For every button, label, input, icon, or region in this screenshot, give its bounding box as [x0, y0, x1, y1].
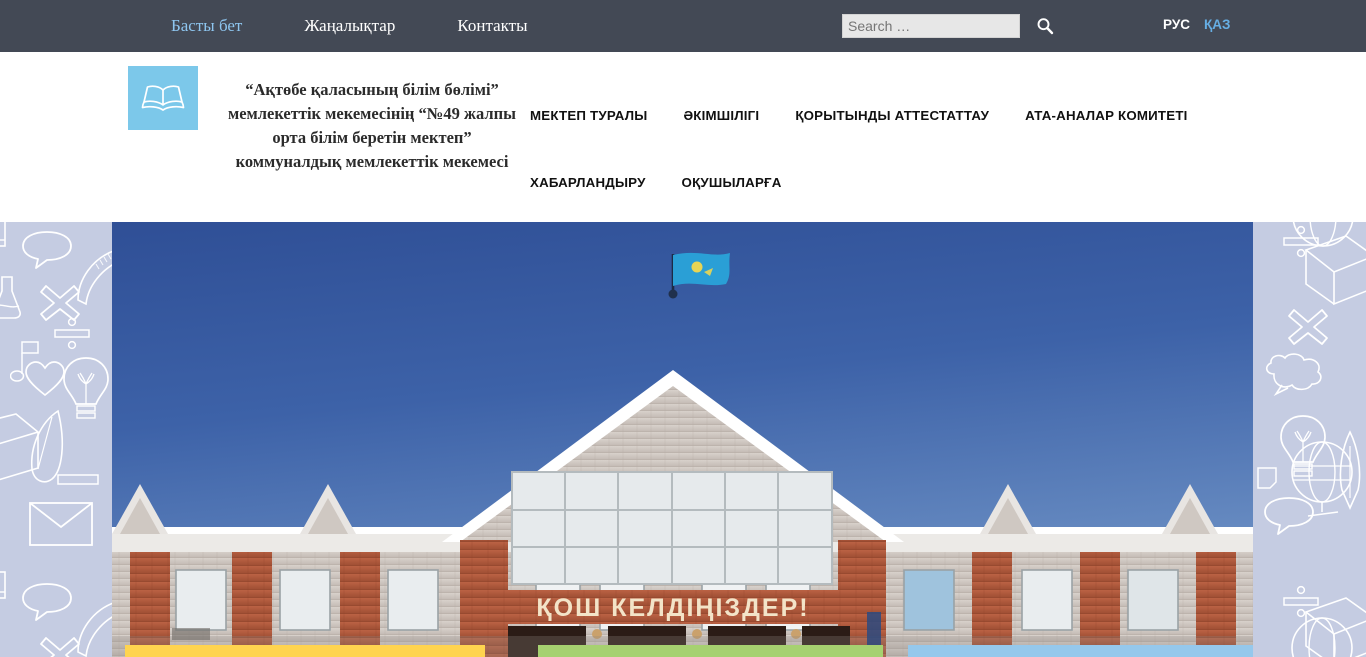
topnav-item-contacts[interactable]: Контакты — [426, 16, 558, 36]
book-icon — [0, 413, 40, 481]
central-glazing — [511, 471, 833, 585]
cross-icon-right — [1288, 309, 1328, 345]
cross-icon-2 — [40, 637, 80, 657]
nav-item-announcements[interactable]: ХАБАРЛАНДЫРУ — [512, 149, 664, 216]
site-header: “Ақтөбе қаласының білім бөлімі” мемлекет… — [0, 52, 1366, 222]
envelope-icon — [29, 502, 93, 546]
content-tiles — [112, 645, 1253, 657]
main-nav-row-2: ХАБАРЛАНДЫРУ ОҚУШЫЛАРҒА — [512, 149, 1212, 216]
language-switcher: РУС ҚАЗ — [1163, 17, 1230, 32]
top-bar: Басты бет Жаңалықтар Контакты РУС ҚАЗ — [0, 0, 1366, 52]
main-nav-row-1: МЕКТЕП ТУРАЛЫ ӘКІМШІЛІГІ ҚОРЫТЫНДЫ АТТЕС… — [512, 82, 1212, 149]
speech-bubble-icon — [22, 231, 72, 269]
search-icon — [1037, 18, 1054, 35]
welcome-banner-text: ҚОШ КЕЛДІҢІЗДЕР! — [536, 594, 809, 622]
lang-kz[interactable]: ҚАЗ — [1204, 17, 1230, 32]
tile-yellow[interactable] — [125, 645, 485, 657]
nav-item-about-school[interactable]: МЕКТЕП ТУРАЛЫ — [512, 82, 665, 149]
nav-item-for-students[interactable]: ОҚУШЫЛАРҒА — [664, 149, 800, 216]
school-building-illustration: ҚОШ КЕЛДІҢІЗДЕР! — [112, 222, 1253, 657]
search-input[interactable] — [842, 14, 1020, 38]
open-book-icon — [141, 85, 185, 111]
tile-blue[interactable] — [908, 645, 1253, 657]
hero-image[interactable]: ҚОШ КЕЛДІҢІЗДЕР! — [112, 222, 1253, 657]
eraser-icon — [57, 474, 99, 485]
topnav-item-home[interactable]: Басты бет — [140, 16, 273, 36]
book-icon-right — [1304, 235, 1366, 306]
search-form — [842, 14, 1056, 38]
nav-item-final-attestation[interactable]: ҚОРЫТЫНДЫ АТТЕСТАТТАУ — [777, 82, 1007, 149]
sticky-note-icon — [1257, 467, 1277, 489]
pencil-icon-2 — [0, 571, 6, 599]
pencil-icon — [0, 222, 6, 247]
lang-ru[interactable]: РУС — [1163, 17, 1190, 32]
nav-item-parents-committee[interactable]: АТА-АНАЛАР КОМИТЕТІ — [1007, 82, 1205, 149]
speech-bubble-icon-2 — [22, 583, 72, 621]
speech-bubble-icon-right — [1264, 497, 1314, 535]
main-navigation: МЕКТЕП ТУРАЛЫ ӘКІМШІЛІГІ ҚОРЫТЫНДЫ АТТЕС… — [512, 82, 1212, 216]
top-navigation: Басты бет Жаңалықтар Контакты — [140, 16, 559, 36]
cloud-bubble-icon — [1265, 353, 1322, 396]
welcome-banner: ҚОШ КЕЛДІҢІЗДЕР! — [460, 590, 886, 624]
search-button[interactable] — [1034, 15, 1056, 37]
site-logo[interactable] — [128, 66, 198, 130]
brand[interactable]: “Ақтөбе қаласының білім бөлімі” мемлекет… — [128, 66, 522, 174]
division-icon — [54, 317, 90, 350]
topnav-item-news[interactable]: Жаңалықтар — [273, 16, 426, 36]
tile-green[interactable] — [538, 645, 883, 657]
globe-icon-bottom — [1291, 617, 1353, 657]
pen-icon — [1339, 430, 1361, 510]
nav-item-administration[interactable]: ӘКІМШІЛІГІ — [665, 82, 777, 149]
flask-icon — [0, 276, 21, 319]
site-title: “Ақтөбе қаласының білім бөлімі” мемлекет… — [227, 80, 517, 171]
